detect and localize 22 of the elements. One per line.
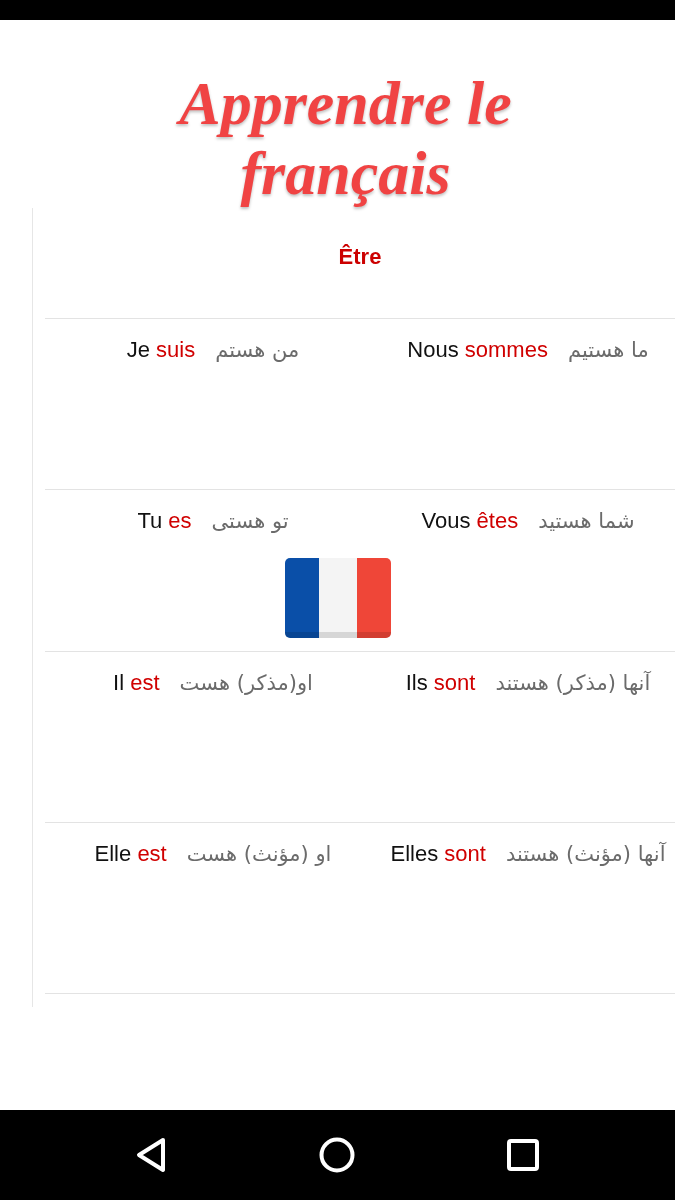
french-phrase: Tu es [137,507,192,535]
french-phrase: Il est [113,669,160,697]
persian-translation: ما هستیم [567,337,649,364]
persian-translation: او (مؤنث) هست [186,841,332,868]
french-phrase: Ils sont [405,669,476,697]
persian-translation: تو هستی [211,508,289,535]
nav-home-icon[interactable] [319,1137,355,1173]
page-title: Apprendre le français [145,68,546,208]
french-phrase: Je suis [126,336,196,364]
tricolor-flag-icon [285,558,391,638]
persian-translation: آنها (مؤنث) هستند [505,841,666,868]
french-phrase: Elles sont [390,840,486,868]
verb-heading: Être [338,243,382,271]
persian-translation: او(مذکر) هست [179,670,313,697]
persian-translation: من هستم [215,337,300,364]
french-phrase: Vous êtes [421,507,519,535]
french-phrase: Nous sommes [407,336,548,364]
french-phrase: Elle est [94,840,167,868]
persian-translation: شما هستید [538,508,635,535]
nav-recents-icon[interactable] [507,1139,539,1171]
nav-back-icon[interactable] [135,1137,167,1173]
persian-translation: آنها (مذکر) هستند [495,670,651,697]
